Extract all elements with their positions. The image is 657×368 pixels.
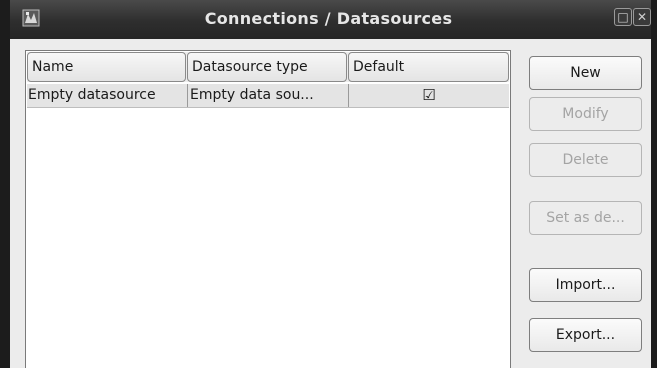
datasources-table: Name Datasource type Default Empty datas… [25,50,511,368]
modify-button[interactable]: Modify [529,97,642,131]
cell-datasource-type: Empty data sou... [187,84,346,107]
table-header: Name Datasource type Default [27,52,509,82]
column-header-name[interactable]: Name [27,52,186,82]
title-bar[interactable]: Connections / Datasources □ ✕ [0,0,657,39]
set-default-button[interactable]: Set as de... [529,201,642,235]
maximize-button[interactable]: □ [614,8,632,26]
window-border-left [0,0,10,368]
default-checkbox[interactable]: ☑ [348,84,509,107]
window-title: Connections / Datasources [204,9,453,28]
import-button[interactable]: Import... [529,268,642,302]
new-button[interactable]: New [529,56,642,90]
column-header-datasource-type[interactable]: Datasource type [187,52,347,82]
connections-dialog: Connections / Datasources □ ✕ Name Datas… [0,0,657,368]
close-button[interactable]: ✕ [633,8,651,26]
cell-name: Empty datasource [28,87,156,103]
window-border-right [651,0,657,368]
column-header-default[interactable]: Default [348,52,509,82]
table-row[interactable]: Empty datasource Empty data sou... ☑ [27,84,509,108]
export-button[interactable]: Export... [529,318,642,352]
delete-button[interactable]: Delete [529,143,642,177]
